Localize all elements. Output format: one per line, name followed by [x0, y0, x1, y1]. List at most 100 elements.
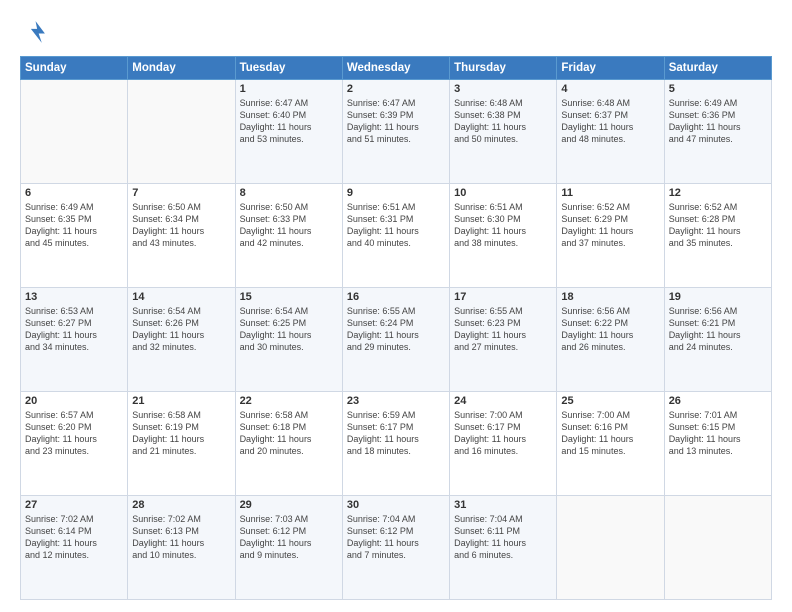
day-number: 1: [240, 83, 338, 95]
day-info: Sunrise: 7:02 AM Sunset: 6:13 PM Dayligh…: [132, 513, 230, 562]
day-number: 14: [132, 291, 230, 303]
header-row: SundayMondayTuesdayWednesdayThursdayFrid…: [21, 57, 772, 80]
day-cell: [664, 496, 771, 600]
col-header-tuesday: Tuesday: [235, 57, 342, 80]
col-header-sunday: Sunday: [21, 57, 128, 80]
day-info: Sunrise: 6:57 AM Sunset: 6:20 PM Dayligh…: [25, 409, 123, 458]
day-cell: 28 Sunrise: 7:02 AM Sunset: 6:13 PM Dayli…: [128, 496, 235, 600]
day-number: 30: [347, 499, 445, 511]
day-number: 10: [454, 187, 552, 199]
day-info: Sunrise: 6:52 AM Sunset: 6:28 PM Dayligh…: [669, 201, 767, 250]
day-number: 4: [561, 83, 659, 95]
day-cell: [557, 496, 664, 600]
day-cell: 16 Sunrise: 6:55 AM Sunset: 6:24 PM Dayli…: [342, 288, 449, 392]
day-info: Sunrise: 6:50 AM Sunset: 6:34 PM Dayligh…: [132, 201, 230, 250]
day-cell: 6 Sunrise: 6:49 AM Sunset: 6:35 PM Daylig…: [21, 184, 128, 288]
day-info: Sunrise: 6:54 AM Sunset: 6:25 PM Dayligh…: [240, 305, 338, 354]
day-number: 26: [669, 395, 767, 407]
calendar-table: SundayMondayTuesdayWednesdayThursdayFrid…: [20, 56, 772, 600]
day-info: Sunrise: 6:51 AM Sunset: 6:30 PM Dayligh…: [454, 201, 552, 250]
day-cell: 21 Sunrise: 6:58 AM Sunset: 6:19 PM Dayli…: [128, 392, 235, 496]
day-number: 20: [25, 395, 123, 407]
day-number: 27: [25, 499, 123, 511]
day-number: 21: [132, 395, 230, 407]
day-cell: 9 Sunrise: 6:51 AM Sunset: 6:31 PM Daylig…: [342, 184, 449, 288]
day-info: Sunrise: 6:48 AM Sunset: 6:37 PM Dayligh…: [561, 97, 659, 146]
col-header-saturday: Saturday: [664, 57, 771, 80]
day-number: 9: [347, 187, 445, 199]
day-number: 31: [454, 499, 552, 511]
day-info: Sunrise: 7:00 AM Sunset: 6:17 PM Dayligh…: [454, 409, 552, 458]
day-info: Sunrise: 6:50 AM Sunset: 6:33 PM Dayligh…: [240, 201, 338, 250]
day-info: Sunrise: 6:47 AM Sunset: 6:39 PM Dayligh…: [347, 97, 445, 146]
logo-icon: [20, 18, 48, 46]
day-info: Sunrise: 6:59 AM Sunset: 6:17 PM Dayligh…: [347, 409, 445, 458]
day-cell: [21, 80, 128, 184]
page: SundayMondayTuesdayWednesdayThursdayFrid…: [0, 0, 792, 612]
day-number: 8: [240, 187, 338, 199]
day-cell: 1Sunrise: 6:47 AM Sunset: 6:40 PM Daylig…: [235, 80, 342, 184]
day-cell: 12 Sunrise: 6:52 AM Sunset: 6:28 PM Dayli…: [664, 184, 771, 288]
day-number: 6: [25, 187, 123, 199]
day-info: Sunrise: 7:01 AM Sunset: 6:15 PM Dayligh…: [669, 409, 767, 458]
day-info: Sunrise: 6:52 AM Sunset: 6:29 PM Dayligh…: [561, 201, 659, 250]
day-number: 28: [132, 499, 230, 511]
day-info: Sunrise: 7:04 AM Sunset: 6:12 PM Dayligh…: [347, 513, 445, 562]
day-cell: 17 Sunrise: 6:55 AM Sunset: 6:23 PM Dayli…: [450, 288, 557, 392]
day-cell: 5Sunrise: 6:49 AM Sunset: 6:36 PM Daylig…: [664, 80, 771, 184]
day-cell: 25 Sunrise: 7:00 AM Sunset: 6:16 PM Dayli…: [557, 392, 664, 496]
day-number: 16: [347, 291, 445, 303]
day-cell: 13Sunrise: 6:53 AM Sunset: 6:27 PM Dayli…: [21, 288, 128, 392]
day-info: Sunrise: 6:58 AM Sunset: 6:19 PM Dayligh…: [132, 409, 230, 458]
day-number: 17: [454, 291, 552, 303]
day-number: 25: [561, 395, 659, 407]
day-number: 15: [240, 291, 338, 303]
day-cell: 3Sunrise: 6:48 AM Sunset: 6:38 PM Daylig…: [450, 80, 557, 184]
day-info: Sunrise: 7:00 AM Sunset: 6:16 PM Dayligh…: [561, 409, 659, 458]
day-number: 29: [240, 499, 338, 511]
day-info: Sunrise: 7:04 AM Sunset: 6:11 PM Dayligh…: [454, 513, 552, 562]
day-cell: 11 Sunrise: 6:52 AM Sunset: 6:29 PM Dayli…: [557, 184, 664, 288]
day-cell: 4 Sunrise: 6:48 AM Sunset: 6:37 PM Daylig…: [557, 80, 664, 184]
col-header-monday: Monday: [128, 57, 235, 80]
day-info: Sunrise: 7:02 AM Sunset: 6:14 PM Dayligh…: [25, 513, 123, 562]
day-number: 3: [454, 83, 552, 95]
day-cell: 19Sunrise: 6:56 AM Sunset: 6:21 PM Dayli…: [664, 288, 771, 392]
day-info: Sunrise: 6:58 AM Sunset: 6:18 PM Dayligh…: [240, 409, 338, 458]
col-header-thursday: Thursday: [450, 57, 557, 80]
day-cell: 18 Sunrise: 6:56 AM Sunset: 6:22 PM Dayli…: [557, 288, 664, 392]
day-info: Sunrise: 6:55 AM Sunset: 6:23 PM Dayligh…: [454, 305, 552, 354]
day-info: Sunrise: 6:54 AM Sunset: 6:26 PM Dayligh…: [132, 305, 230, 354]
day-cell: 24 Sunrise: 7:00 AM Sunset: 6:17 PM Dayli…: [450, 392, 557, 496]
day-cell: 2Sunrise: 6:47 AM Sunset: 6:39 PM Daylig…: [342, 80, 449, 184]
week-row-2: 6 Sunrise: 6:49 AM Sunset: 6:35 PM Daylig…: [21, 184, 772, 288]
day-cell: 14 Sunrise: 6:54 AM Sunset: 6:26 PM Dayli…: [128, 288, 235, 392]
day-info: Sunrise: 6:51 AM Sunset: 6:31 PM Dayligh…: [347, 201, 445, 250]
day-info: Sunrise: 6:49 AM Sunset: 6:35 PM Dayligh…: [25, 201, 123, 250]
day-cell: 22 Sunrise: 6:58 AM Sunset: 6:18 PM Dayli…: [235, 392, 342, 496]
day-info: Sunrise: 6:56 AM Sunset: 6:21 PM Dayligh…: [669, 305, 767, 354]
day-number: 18: [561, 291, 659, 303]
day-cell: [128, 80, 235, 184]
day-cell: 7Sunrise: 6:50 AM Sunset: 6:34 PM Daylig…: [128, 184, 235, 288]
week-row-4: 20 Sunrise: 6:57 AM Sunset: 6:20 PM Dayli…: [21, 392, 772, 496]
week-row-5: 27 Sunrise: 7:02 AM Sunset: 6:14 PM Dayli…: [21, 496, 772, 600]
week-row-3: 13Sunrise: 6:53 AM Sunset: 6:27 PM Dayli…: [21, 288, 772, 392]
day-info: Sunrise: 6:55 AM Sunset: 6:24 PM Dayligh…: [347, 305, 445, 354]
logo: [20, 18, 52, 46]
day-cell: 15 Sunrise: 6:54 AM Sunset: 6:25 PM Dayli…: [235, 288, 342, 392]
day-number: 12: [669, 187, 767, 199]
day-info: Sunrise: 6:49 AM Sunset: 6:36 PM Dayligh…: [669, 97, 767, 146]
header: [20, 18, 772, 46]
day-info: Sunrise: 7:03 AM Sunset: 6:12 PM Dayligh…: [240, 513, 338, 562]
day-number: 22: [240, 395, 338, 407]
day-number: 13: [25, 291, 123, 303]
week-row-1: 1Sunrise: 6:47 AM Sunset: 6:40 PM Daylig…: [21, 80, 772, 184]
col-header-wednesday: Wednesday: [342, 57, 449, 80]
day-cell: 27 Sunrise: 7:02 AM Sunset: 6:14 PM Dayli…: [21, 496, 128, 600]
day-number: 24: [454, 395, 552, 407]
day-number: 11: [561, 187, 659, 199]
day-info: Sunrise: 6:56 AM Sunset: 6:22 PM Dayligh…: [561, 305, 659, 354]
day-cell: 8 Sunrise: 6:50 AM Sunset: 6:33 PM Daylig…: [235, 184, 342, 288]
day-cell: 10 Sunrise: 6:51 AM Sunset: 6:30 PM Dayli…: [450, 184, 557, 288]
